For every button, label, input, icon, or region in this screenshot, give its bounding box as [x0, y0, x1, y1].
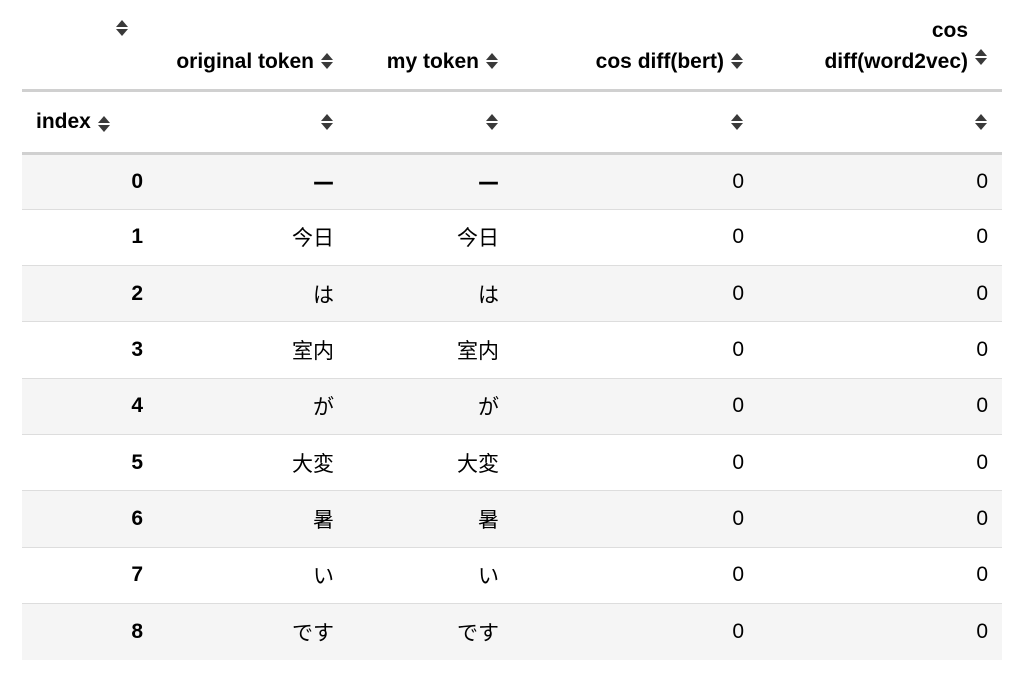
sort-updown-icon[interactable] [97, 114, 111, 134]
row-index: 1 [22, 208, 143, 266]
cell-cos-diff-word2vec: 0 [758, 321, 1002, 379]
index-sort-my-token[interactable] [348, 88, 513, 155]
column-header-label: original token [176, 49, 314, 73]
cell-cos-diff-bert: 0 [513, 546, 758, 604]
cell-cos-diff-word2vec: 0 [976, 169, 988, 193]
column-header-label: cos diff(bert) [595, 49, 724, 73]
row-index: 2 [22, 265, 143, 322]
cell-original-token: 暑 [143, 490, 348, 548]
table-row: 4 が が 0 0 [22, 377, 1002, 435]
cell-cos-diff-word2vec: 0 [758, 208, 1002, 266]
table-row: 3 室内 室内 0 0 [22, 321, 1002, 379]
cell-cos-diff-bert: 0 [732, 169, 744, 193]
cell-cos-diff-word2vec: 0 [758, 602, 1002, 660]
row-index: 6 [22, 490, 143, 548]
cell-original-token: — [313, 169, 334, 194]
cell-cos-diff-word2vec: 0 [758, 433, 1002, 491]
table-row: 6 暑 暑 0 0 [22, 490, 1002, 548]
cell-cos-diff-word2vec: 0 [758, 265, 1002, 322]
sort-updown-icon[interactable] [115, 18, 129, 38]
cell-my-token: 室内 [348, 321, 513, 379]
cell-original-token: は [143, 265, 348, 322]
index-header-row: index [22, 88, 1002, 155]
column-header-cos-diff-bert[interactable]: cos diff(bert) [513, 0, 758, 90]
column-header-row: original token my token cos diff(bert) c… [22, 0, 1002, 90]
row-index: 0 [131, 169, 143, 193]
column-header-original-token[interactable]: original token [143, 0, 348, 90]
cell-cos-diff-bert: 0 [513, 602, 758, 660]
table-row: 0 — — 0 0 [22, 153, 1002, 210]
cell-cos-diff-bert: 0 [513, 265, 758, 322]
cell-my-token: は [348, 265, 513, 322]
column-header-cos-diff-word2vec[interactable]: cos diff(word2vec) [758, 0, 1002, 90]
row-index: 5 [22, 433, 143, 491]
cell-cos-diff-word2vec: 0 [758, 377, 1002, 435]
column-header-blank[interactable] [22, 0, 143, 90]
cell-cos-diff-word2vec: 0 [758, 490, 1002, 548]
sort-updown-icon[interactable] [320, 112, 334, 132]
cell-my-token: 今日 [348, 208, 513, 266]
row-index: 3 [22, 321, 143, 379]
cell-cos-diff-bert: 0 [513, 490, 758, 548]
sort-updown-icon[interactable] [730, 51, 744, 71]
table-row: 2 は は 0 0 [22, 265, 1002, 322]
row-index: 4 [22, 377, 143, 435]
index-sort-cos-diff-word2vec[interactable] [758, 88, 1002, 155]
cell-original-token: 今日 [143, 208, 348, 266]
cell-original-token: い [143, 546, 348, 604]
sort-updown-icon[interactable] [485, 51, 499, 71]
table-row: 8 です です 0 0 [22, 602, 1002, 660]
dataframe-table-container: original token my token cos diff(bert) c… [22, 0, 1002, 660]
cell-cos-diff-bert: 0 [513, 208, 758, 266]
cell-original-token: 大変 [143, 433, 348, 491]
dataframe-table: original token my token cos diff(bert) c… [22, 0, 1002, 660]
cell-my-token: が [348, 377, 513, 435]
column-header-my-token[interactable]: my token [348, 0, 513, 90]
column-header-label-line2: diff(word2vec) [824, 49, 968, 73]
sort-updown-icon[interactable] [485, 112, 499, 132]
sort-updown-icon[interactable] [974, 47, 988, 67]
cell-original-token: です [143, 602, 348, 660]
table-row: 5 大変 大変 0 0 [22, 433, 1002, 491]
column-header-label: cos diff(word2vec) [824, 15, 968, 77]
row-index: 8 [22, 602, 143, 660]
column-header-label-line1: cos [931, 18, 968, 42]
table-row: 7 い い 0 0 [22, 546, 1002, 604]
cell-original-token: が [143, 377, 348, 435]
cell-cos-diff-word2vec: 0 [758, 546, 1002, 604]
index-sort-cos-diff-bert[interactable] [513, 88, 758, 155]
index-header-label: index [36, 109, 91, 133]
index-header[interactable]: index [22, 88, 143, 155]
cell-cos-diff-bert: 0 [513, 433, 758, 491]
sort-updown-icon[interactable] [730, 112, 744, 132]
cell-my-token: 大変 [348, 433, 513, 491]
cell-my-token: です [348, 602, 513, 660]
cell-my-token: い [348, 546, 513, 604]
row-index: 7 [22, 546, 143, 604]
table-body: 0 — — 0 0 1 今日 今日 0 0 2 は は 0 0 3 室内 室内 … [22, 153, 1002, 660]
cell-my-token: — [478, 169, 499, 194]
cell-my-token: 暑 [348, 490, 513, 548]
cell-cos-diff-bert: 0 [513, 377, 758, 435]
cell-original-token: 室内 [143, 321, 348, 379]
column-header-label: my token [386, 49, 479, 73]
sort-updown-icon[interactable] [974, 112, 988, 132]
sort-updown-icon[interactable] [320, 51, 334, 71]
table-row: 1 今日 今日 0 0 [22, 208, 1002, 266]
index-sort-original-token[interactable] [143, 88, 348, 155]
cell-cos-diff-bert: 0 [513, 321, 758, 379]
